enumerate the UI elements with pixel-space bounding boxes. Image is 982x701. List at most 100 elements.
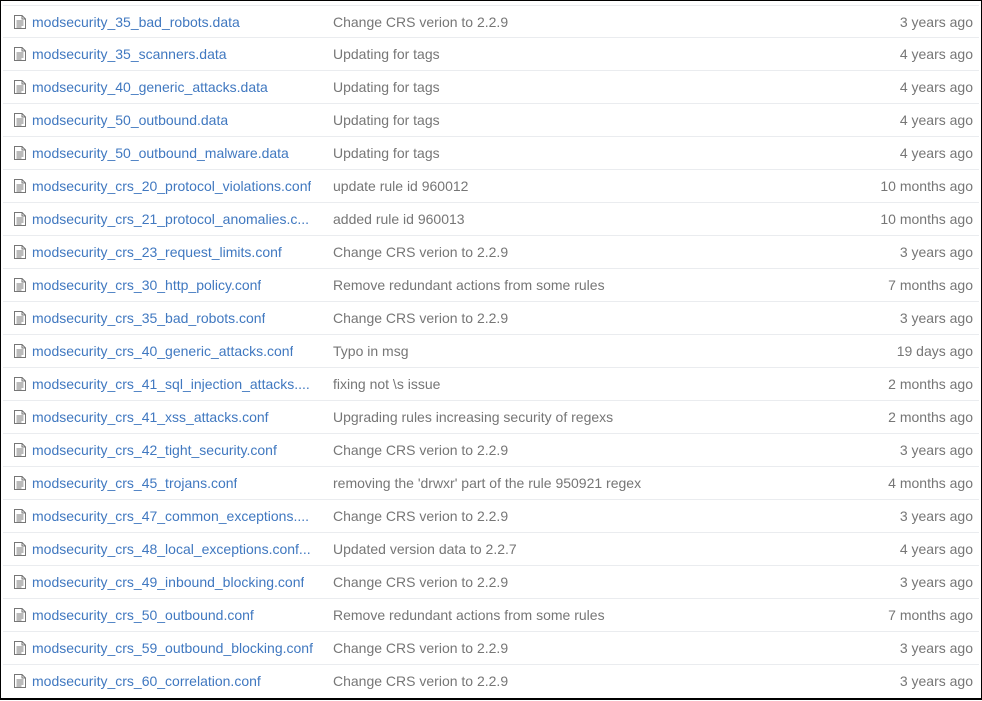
commit-age: 3 years ago — [899, 244, 973, 260]
file-name-link[interactable]: modsecurity_crs_41_xss_attacks.conf — [32, 409, 269, 425]
commit-age: 3 years ago — [899, 574, 973, 590]
file-name-link[interactable]: modsecurity_crs_30_http_policy.conf — [32, 277, 261, 293]
commit-age: 4 years ago — [899, 541, 973, 557]
file-name-link[interactable]: modsecurity_crs_47_common_exceptions.... — [32, 508, 309, 524]
file-row: modsecurity_crs_42_tight_security.conf C… — [3, 434, 979, 467]
file-text-icon — [14, 542, 26, 556]
commit-age: 2 months ago — [888, 409, 973, 425]
commit-message-link[interactable]: Updating for tags — [333, 112, 440, 128]
file-text-icon — [14, 575, 26, 589]
file-text-icon — [14, 278, 26, 292]
file-row: modsecurity_crs_35_bad_robots.conf Chang… — [3, 302, 979, 335]
file-name-link[interactable]: modsecurity_crs_35_bad_robots.conf — [32, 310, 265, 326]
commit-message-link[interactable]: Change CRS verion to 2.2.9 — [333, 310, 508, 326]
file-row: modsecurity_crs_40_generic_attacks.conf … — [3, 335, 979, 368]
file-name-link[interactable]: modsecurity_crs_21_protocol_anomalies.c.… — [32, 211, 309, 227]
commit-message-link[interactable]: Typo in msg — [333, 343, 408, 359]
commit-age: 4 years ago — [899, 112, 973, 128]
commit-age: 3 years ago — [899, 442, 973, 458]
file-text-icon — [14, 311, 26, 325]
commit-message-link[interactable]: Remove redundant actions from some rules — [333, 607, 605, 623]
commit-age: 19 days ago — [896, 343, 973, 359]
file-name-link[interactable]: modsecurity_35_bad_robots.data — [32, 14, 240, 30]
file-name-link[interactable]: modsecurity_crs_49_inbound_blocking.conf — [32, 574, 304, 590]
file-row: modsecurity_crs_49_inbound_blocking.conf… — [3, 566, 979, 599]
file-text-icon — [14, 146, 26, 160]
file-text-icon — [14, 344, 26, 358]
file-row: modsecurity_35_scanners.data Updating fo… — [3, 38, 979, 71]
file-row: modsecurity_50_outbound.data Updating fo… — [3, 104, 979, 137]
file-text-icon — [14, 410, 26, 424]
commit-age: 10 months ago — [880, 211, 973, 227]
file-row: modsecurity_crs_48_local_exceptions.conf… — [3, 533, 979, 566]
commit-message-link[interactable]: removing the 'drwxr' part of the rule 95… — [333, 475, 641, 491]
commit-message-link[interactable]: Change CRS verion to 2.2.9 — [333, 244, 508, 260]
file-text-icon — [14, 377, 26, 391]
commit-age: 3 years ago — [899, 310, 973, 326]
file-row: modsecurity_35_bad_robots.data Change CR… — [3, 5, 979, 38]
file-row: modsecurity_40_generic_attacks.data Upda… — [3, 71, 979, 104]
commit-message-link[interactable]: Change CRS verion to 2.2.9 — [333, 574, 508, 590]
file-text-icon — [14, 674, 26, 688]
file-row: modsecurity_crs_20_protocol_violations.c… — [3, 170, 979, 203]
file-row: modsecurity_crs_23_request_limits.conf C… — [3, 236, 979, 269]
commit-age: 7 months ago — [888, 607, 973, 623]
file-name-link[interactable]: modsecurity_crs_59_outbound_blocking.con… — [32, 640, 313, 656]
commit-age: 7 months ago — [888, 277, 973, 293]
commit-message-link[interactable]: Change CRS verion to 2.2.9 — [333, 640, 508, 656]
file-text-icon — [14, 509, 26, 523]
commit-age: 10 months ago — [880, 178, 973, 194]
file-name-link[interactable]: modsecurity_crs_41_sql_injection_attacks… — [32, 376, 310, 392]
commit-age: 4 years ago — [899, 46, 973, 62]
file-name-link[interactable]: modsecurity_crs_50_outbound.conf — [32, 607, 254, 623]
file-text-icon — [14, 476, 26, 490]
commit-age: 4 years ago — [899, 79, 973, 95]
commit-message-link[interactable]: Updating for tags — [333, 46, 440, 62]
commit-age: 3 years ago — [899, 673, 973, 689]
file-text-icon — [14, 179, 26, 193]
file-row: modsecurity_crs_50_outbound.conf Remove … — [3, 599, 979, 632]
commit-message-link[interactable]: fixing not \s issue — [333, 376, 440, 392]
file-text-icon — [14, 641, 26, 655]
file-name-link[interactable]: modsecurity_crs_48_local_exceptions.conf… — [32, 541, 311, 557]
file-name-link[interactable]: modsecurity_crs_40_generic_attacks.conf — [32, 343, 293, 359]
commit-age: 3 years ago — [899, 640, 973, 656]
file-text-icon — [14, 245, 26, 259]
file-name-link[interactable]: modsecurity_crs_23_request_limits.conf — [32, 244, 282, 260]
file-name-link[interactable]: modsecurity_crs_60_correlation.conf — [32, 673, 261, 689]
file-name-link[interactable]: modsecurity_40_generic_attacks.data — [32, 79, 268, 95]
file-name-link[interactable]: modsecurity_35_scanners.data — [32, 46, 227, 62]
commit-age: 3 years ago — [899, 508, 973, 524]
file-row: modsecurity_crs_60_correlation.conf Chan… — [3, 665, 979, 698]
file-row: modsecurity_crs_41_sql_injection_attacks… — [3, 368, 979, 401]
file-text-icon — [14, 15, 26, 29]
file-name-link[interactable]: modsecurity_crs_20_protocol_violations.c… — [32, 178, 311, 194]
file-text-icon — [14, 608, 26, 622]
file-row: modsecurity_crs_41_xss_attacks.conf Upgr… — [3, 401, 979, 434]
commit-message-link[interactable]: update rule id 960012 — [333, 178, 468, 194]
file-name-link[interactable]: modsecurity_crs_45_trojans.conf — [32, 475, 237, 491]
commit-message-link[interactable]: Updating for tags — [333, 79, 440, 95]
commit-age: 4 months ago — [888, 475, 973, 491]
file-text-icon — [14, 113, 26, 127]
commit-message-link[interactable]: Change CRS verion to 2.2.9 — [333, 508, 508, 524]
commit-age: 2 months ago — [888, 376, 973, 392]
commit-message-link[interactable]: Change CRS verion to 2.2.9 — [333, 673, 508, 689]
file-browser-window: modsecurity_35_bad_robots.data Change CR… — [0, 0, 982, 700]
file-text-icon — [14, 47, 26, 61]
commit-message-link[interactable]: Updating for tags — [333, 145, 440, 161]
file-name-link[interactable]: modsecurity_crs_42_tight_security.conf — [32, 442, 277, 458]
file-list: modsecurity_35_bad_robots.data Change CR… — [3, 5, 979, 698]
file-name-link[interactable]: modsecurity_50_outbound.data — [32, 112, 228, 128]
commit-message-link[interactable]: Upgrading rules increasing security of r… — [333, 409, 613, 425]
file-text-icon — [14, 443, 26, 457]
commit-message-link[interactable]: Updated version data to 2.2.7 — [333, 541, 517, 557]
commit-message-link[interactable]: added rule id 960013 — [333, 211, 465, 227]
commit-age: 4 years ago — [899, 145, 973, 161]
file-row: modsecurity_crs_30_http_policy.conf Remo… — [3, 269, 979, 302]
commit-message-link[interactable]: Remove redundant actions from some rules — [333, 277, 605, 293]
commit-message-link[interactable]: Change CRS verion to 2.2.9 — [333, 14, 508, 30]
file-name-link[interactable]: modsecurity_50_outbound_malware.data — [32, 145, 289, 161]
commit-message-link[interactable]: Change CRS verion to 2.2.9 — [333, 442, 508, 458]
file-row: modsecurity_crs_59_outbound_blocking.con… — [3, 632, 979, 665]
